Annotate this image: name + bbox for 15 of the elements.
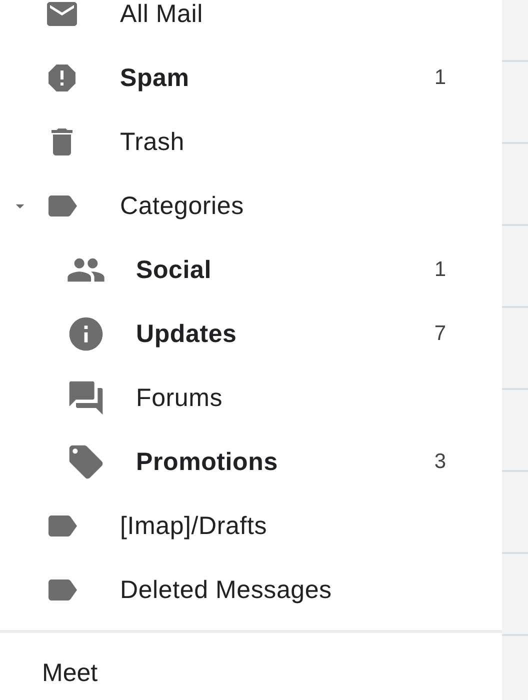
folder-item[interactable]: Spam 1 — [0, 46, 502, 110]
unread-count: 1 — [434, 66, 446, 90]
folder-item[interactable]: Deleted Messages — [0, 558, 502, 622]
unread-count: 3 — [434, 450, 446, 474]
category-folder[interactable]: Categories — [0, 174, 502, 238]
folder-item[interactable]: Promotions 3 — [0, 430, 502, 494]
section-title: Meet — [41, 658, 99, 688]
folder-item[interactable]: All Mail — [0, 0, 502, 46]
unread-count: 7 — [434, 322, 446, 346]
folder-item[interactable]: Forums — [0, 366, 502, 430]
unread-count: 1 — [434, 258, 446, 282]
folder-item[interactable]: [Imap]/Drafts — [0, 494, 502, 558]
folder-item[interactable]: Trash — [0, 110, 502, 174]
folder-item[interactable]: Social 1 — [0, 238, 502, 302]
folder-item[interactable]: Updates 7 — [0, 302, 502, 366]
